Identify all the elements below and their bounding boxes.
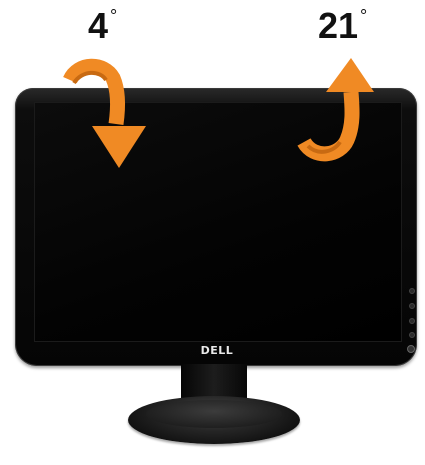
curved-arrow-down-icon [63, 58, 146, 168]
tilt-arrows [63, 58, 374, 168]
curved-arrow-up-icon [297, 58, 374, 162]
